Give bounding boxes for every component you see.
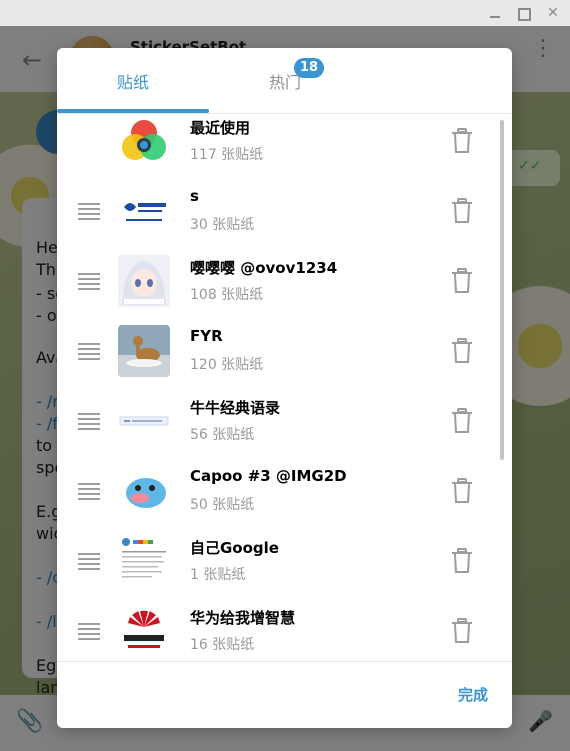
tab-bar: 贴纸 热门 18: [57, 48, 512, 114]
drag-handle-icon[interactable]: [78, 413, 100, 430]
recent-venn-icon: [118, 115, 170, 167]
maximize-icon[interactable]: [514, 4, 532, 22]
trash-icon[interactable]: [451, 268, 473, 294]
drag-handle-icon[interactable]: [78, 483, 100, 500]
sticker-set-name: 自己Google: [190, 539, 279, 557]
trash-icon[interactable]: [451, 198, 473, 224]
text-strip-sticker: [118, 395, 170, 447]
trash-icon[interactable]: [451, 618, 473, 644]
google-search-sticker: [118, 535, 170, 587]
sticker-set-row[interactable]: 华为给我增智慧 16 张贴纸: [57, 585, 502, 657]
sticker-set-name: s: [190, 187, 199, 205]
sticker-set-count: 16 张贴纸: [190, 637, 255, 653]
drag-handle-icon[interactable]: [78, 343, 100, 360]
sticker-set-name: Capoo #3 @IMG2D: [190, 467, 347, 485]
trending-count-badge: 18: [294, 58, 325, 78]
sticker-sets-dialog: 贴纸 热门 18 最近使用 117 张贴纸 s 30 张贴纸 嘤嘤嘤 @ovov12…: [57, 48, 512, 728]
capoo-cat-sticker: [118, 465, 170, 517]
sticker-set-name: 华为给我增智慧: [190, 609, 296, 627]
trash-icon[interactable]: [451, 478, 473, 504]
sticker-set-row[interactable]: 自己Google 1 张贴纸: [57, 515, 502, 587]
sticker-set-name: 牛牛经典语录: [190, 399, 281, 417]
sticker-set-count: 30 张贴纸: [190, 217, 255, 233]
trash-icon[interactable]: [451, 408, 473, 434]
trash-icon[interactable]: [451, 338, 473, 364]
sticker-set-row[interactable]: FYR 120 张贴纸: [57, 305, 502, 377]
active-tab-indicator: [57, 109, 209, 113]
china-telecom-logo: [118, 185, 170, 237]
sticker-set-count: 50 张贴纸: [190, 497, 255, 513]
sticker-set-row[interactable]: 最近使用 117 张贴纸: [57, 115, 502, 165]
sticker-set-name: 嘤嘤嘤 @ovov1234: [190, 259, 338, 277]
drag-handle-icon[interactable]: [78, 623, 100, 640]
trash-icon[interactable]: [451, 548, 473, 574]
sticker-set-row[interactable]: 牛牛经典语录 56 张贴纸: [57, 375, 502, 447]
sticker-set-row[interactable]: Capoo #3 @IMG2D 50 张贴纸: [57, 445, 502, 517]
done-button[interactable]: 完成: [458, 684, 488, 705]
sticker-set-count: 108 张贴纸: [190, 287, 264, 303]
tab-stickers[interactable]: 贴纸: [57, 48, 209, 114]
sticker-set-row[interactable]: s 30 张贴纸: [57, 165, 502, 237]
sticker-set-count: 1 张贴纸: [190, 567, 246, 583]
window-titlebar: ✕: [0, 0, 570, 26]
dialog-footer: 完成: [57, 661, 512, 728]
drag-handle-icon[interactable]: [78, 203, 100, 220]
duck-sticker: [118, 325, 170, 377]
anime-girl-sticker: [118, 255, 170, 307]
trash-icon[interactable]: [451, 128, 473, 154]
scrollbar[interactable]: [500, 120, 504, 460]
minimize-icon[interactable]: [486, 4, 504, 22]
drag-handle-icon[interactable]: [78, 273, 100, 290]
drag-handle-icon[interactable]: [78, 553, 100, 570]
tab-trending[interactable]: 热门: [209, 48, 361, 114]
sticker-set-count: 117 张贴纸: [190, 147, 264, 163]
sticker-set-name: 最近使用: [190, 119, 251, 137]
sticker-set-row[interactable]: 嘤嘤嘤 @ovov1234 108 张贴纸: [57, 235, 502, 307]
sticker-set-name: FYR: [190, 327, 223, 345]
sticker-set-count: 56 张贴纸: [190, 427, 255, 443]
huawei-logo: [118, 605, 170, 657]
sticker-set-list[interactable]: 最近使用 117 张贴纸 s 30 张贴纸 嘤嘤嘤 @ovov1234 108 张贴纸…: [57, 115, 512, 661]
close-icon[interactable]: ✕: [544, 4, 562, 22]
sticker-set-count: 120 张贴纸: [190, 357, 264, 373]
